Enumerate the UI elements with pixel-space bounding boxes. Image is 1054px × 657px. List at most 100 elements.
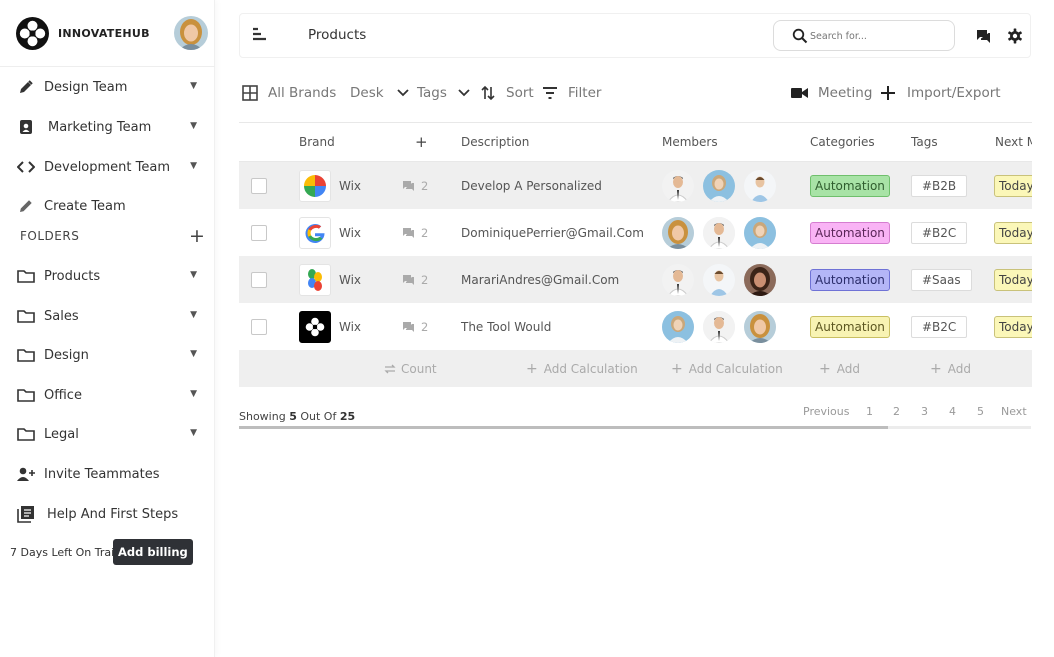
comments-count[interactable]: 2: [402, 162, 428, 209]
chevron-down-icon[interactable]: ▼: [190, 270, 197, 280]
table-row[interactable]: Wix 2 Develop A Personalized Automation …: [239, 162, 1032, 209]
chevron-down-icon[interactable]: ▼: [190, 349, 197, 359]
add-calculation-button[interactable]: + Add Calculation: [671, 350, 783, 387]
filter-button[interactable]: Filter: [542, 83, 601, 103]
horizontal-scrollbar[interactable]: [239, 426, 1031, 429]
menu-toggle-icon[interactable]: [252, 27, 266, 47]
desk-dropdown[interactable]: Desk: [350, 83, 415, 103]
search-input[interactable]: [810, 29, 940, 43]
scrollbar-thumb[interactable]: [239, 426, 889, 429]
avatar[interactable]: [703, 310, 735, 343]
count-button[interactable]: Count: [384, 350, 437, 387]
next-meeting-chip[interactable]: Today: [994, 268, 1032, 291]
column-header-members[interactable]: Members: [662, 123, 718, 161]
invite-teammates-link[interactable]: Invite Teammates: [16, 461, 201, 487]
add-button[interactable]: + Add: [930, 350, 971, 387]
column-header-description[interactable]: Description: [461, 123, 529, 161]
table-row[interactable]: Wix 2 The Tool Would Automation #B2C Tod…: [239, 303, 1032, 350]
page-3-button[interactable]: 3: [921, 405, 928, 418]
avatar[interactable]: [744, 263, 776, 296]
column-header-brand[interactable]: Brand: [299, 123, 335, 161]
row-checkbox[interactable]: [251, 224, 267, 241]
next-meeting-chip[interactable]: Today: [994, 315, 1032, 338]
folder-legal[interactable]: Legal ▼: [16, 421, 201, 447]
description-cell[interactable]: Develop A Personalized: [461, 162, 602, 209]
add-button[interactable]: + Add: [819, 350, 860, 387]
avatar[interactable]: [662, 216, 694, 249]
members-cell[interactable]: [662, 162, 785, 209]
avatar[interactable]: [744, 169, 776, 202]
next-meeting-chip[interactable]: Today: [994, 221, 1032, 244]
page-5-button[interactable]: 5: [977, 405, 984, 418]
page-1-button[interactable]: 1: [866, 405, 873, 418]
tag-chip[interactable]: #B2C: [911, 315, 968, 338]
chevron-down-icon[interactable]: ▼: [190, 161, 197, 171]
chevron-down-icon[interactable]: ▼: [190, 81, 197, 91]
description-cell[interactable]: MarariAndres@Gmail.Com: [461, 256, 619, 303]
members-cell[interactable]: [662, 256, 785, 303]
tag-chip[interactable]: #B2B: [911, 174, 968, 197]
import-export-button[interactable]: Import/Export: [880, 83, 1001, 103]
search-box[interactable]: [773, 20, 955, 51]
avatar[interactable]: [703, 169, 735, 202]
add-calculation-button[interactable]: + Add Calculation: [526, 350, 638, 387]
tags-dropdown[interactable]: Tags: [417, 83, 476, 103]
table-row[interactable]: Wix 2 MarariAndres@Gmail.Com Automation …: [239, 256, 1032, 303]
avatar[interactable]: [662, 310, 694, 343]
user-avatar[interactable]: [174, 16, 208, 50]
chevron-down-icon[interactable]: ▼: [190, 389, 197, 399]
row-checkbox[interactable]: [251, 177, 267, 194]
next-page-button[interactable]: Next: [1001, 405, 1027, 418]
gear-icon[interactable]: [1007, 28, 1023, 48]
chevron-down-icon[interactable]: ▼: [190, 121, 197, 131]
row-checkbox[interactable]: [251, 271, 267, 288]
members-cell[interactable]: [662, 303, 785, 350]
add-billing-button[interactable]: Add billing: [113, 539, 193, 565]
avatar[interactable]: [662, 263, 694, 296]
avatar[interactable]: [703, 263, 735, 296]
comments-count[interactable]: 2: [402, 303, 428, 350]
folder-products[interactable]: Products ▼: [16, 263, 201, 289]
sidebar-item-create-team[interactable]: Create Team: [16, 193, 201, 219]
category-chip[interactable]: Automation: [810, 174, 890, 197]
all-brands-button[interactable]: All Brands: [242, 83, 336, 103]
chevron-down-icon[interactable]: ▼: [190, 428, 197, 438]
category-chip[interactable]: Automation: [810, 315, 890, 338]
row-checkbox[interactable]: [251, 318, 267, 335]
column-header-next[interactable]: Next M: [995, 123, 1032, 161]
folder-office[interactable]: Office ▼: [16, 382, 201, 408]
help-first-steps-link[interactable]: Help And First Steps: [16, 501, 201, 527]
page-4-button[interactable]: 4: [949, 405, 956, 418]
previous-page-button[interactable]: Previous: [803, 405, 850, 418]
column-header-categories[interactable]: Categories: [810, 123, 875, 161]
category-chip[interactable]: Automation: [810, 268, 890, 291]
chevron-down-icon[interactable]: ▼: [190, 310, 197, 320]
avatar[interactable]: [703, 216, 735, 249]
sidebar-item-development-team[interactable]: Development Team ▼: [16, 154, 201, 180]
comments-count[interactable]: 2: [402, 256, 428, 303]
add-folder-button[interactable]: +: [189, 227, 205, 246]
sort-button[interactable]: Sort: [481, 83, 534, 103]
sidebar-item-design-team[interactable]: Design Team ▼: [16, 74, 201, 100]
table-row[interactable]: Wix 2 DominiquePerrier@Gmail.Com Automat…: [239, 209, 1032, 256]
avatar[interactable]: [744, 216, 776, 249]
category-chip[interactable]: Automation: [810, 221, 890, 244]
tag-chip[interactable]: #B2C: [911, 221, 968, 244]
description-cell[interactable]: DominiquePerrier@Gmail.Com: [461, 209, 644, 256]
members-cell[interactable]: [662, 209, 785, 256]
page-2-button[interactable]: 2: [893, 405, 900, 418]
folder-sales[interactable]: Sales ▼: [16, 303, 201, 329]
sidebar-item-marketing-team[interactable]: Marketing Team ▼: [16, 114, 201, 140]
avatar[interactable]: [662, 169, 694, 202]
avatar[interactable]: [744, 310, 776, 343]
next-meeting-chip[interactable]: Today: [994, 174, 1032, 197]
meeting-button[interactable]: Meeting: [791, 83, 872, 103]
column-header-tags[interactable]: Tags: [911, 123, 938, 161]
description-cell[interactable]: The Tool Would: [461, 303, 551, 350]
tag-chip[interactable]: #Saas: [911, 268, 972, 291]
brand[interactable]: INNOVATEHUB: [16, 16, 150, 50]
folder-design[interactable]: Design ▼: [16, 342, 201, 368]
comments-count[interactable]: 2: [402, 209, 428, 256]
chat-icon[interactable]: [976, 29, 991, 48]
add-column-button[interactable]: +: [415, 123, 428, 161]
